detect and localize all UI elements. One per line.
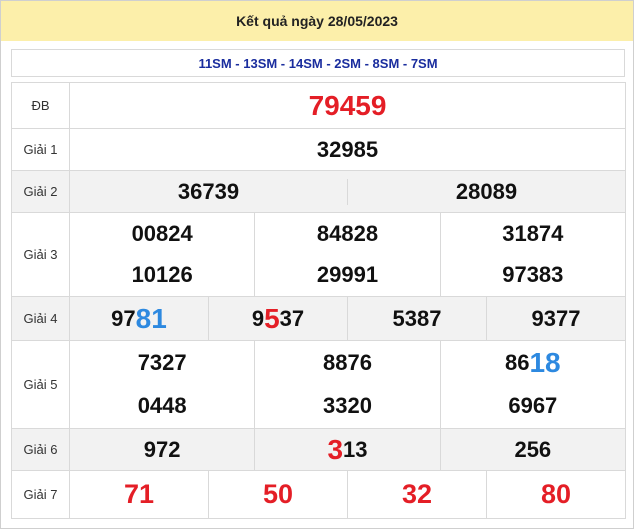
prize-g3-number: 97383 <box>502 262 564 288</box>
prize-g5-number: 8876 <box>323 341 372 385</box>
label-g2: Giải 2 <box>11 170 70 213</box>
number-digits: 3320 <box>323 393 372 419</box>
prize-g4-cell: 97 81 9 5 37 5387 9377 <box>69 296 626 341</box>
number-digits: 972 <box>143 436 181 462</box>
prize-special-number: 79459 <box>308 89 387 121</box>
results-panel: Kết quả ngày 28/05/2023 11SM - 13SM - 14… <box>0 0 634 529</box>
number-digits: 13 <box>343 436 368 462</box>
row-g5: Giải 5 7327 0448 8876 3320 86 18 6967 <box>11 340 626 429</box>
row-g4: Giải 4 97 81 9 5 37 5387 9377 <box>11 296 626 341</box>
prize-g4-number: 5387 <box>347 297 486 340</box>
label-special: ĐB <box>11 82 70 129</box>
label-g3: Giải 3 <box>11 212 70 297</box>
prize-g1-number: 32985 <box>316 136 379 162</box>
number-digits: 86 <box>505 349 530 375</box>
label-g6: Giải 6 <box>11 428 70 471</box>
prize-g7-number: 80 <box>486 471 625 518</box>
prize-g5-number: 3320 <box>323 385 372 429</box>
prize-g3-number: 84828 <box>316 220 379 246</box>
prize-g6-number: 972 <box>70 429 254 470</box>
highlight-digits: 3 <box>327 433 344 465</box>
highlight-digits: 18 <box>529 346 561 378</box>
number-digits: 7327 <box>137 349 187 375</box>
prize-g7-cell: 71 50 32 80 <box>69 470 626 519</box>
row-g1: Giải 1 32985 <box>11 128 626 171</box>
number-digits: 8876 <box>323 349 372 375</box>
prize-special-cell: 79459 <box>69 82 626 129</box>
row-g7: Giải 7 71 50 32 80 <box>11 470 626 519</box>
label-g4: Giải 4 <box>11 296 70 341</box>
prize-g2-number: 28089 <box>347 178 625 205</box>
prize-g6-number: 3 13 <box>254 429 439 470</box>
label-g7: Giải 7 <box>11 470 70 519</box>
prize-g6-cell: 972 3 13 256 <box>69 428 626 471</box>
number-digits: 6967 <box>508 393 558 419</box>
row-g2: Giải 2 36739 28089 <box>11 170 626 213</box>
prize-g2-cell: 36739 28089 <box>69 170 626 213</box>
prize-g5-cell: 7327 0448 8876 3320 86 18 6967 <box>69 340 626 429</box>
prize-g5-number: 7327 <box>138 341 187 385</box>
prize-g7-number: 50 <box>208 471 347 518</box>
number-digits: 97 <box>111 305 136 331</box>
highlight-digits: 5 <box>264 302 280 334</box>
station-codes: 11SM - 13SM - 14SM - 2SM - 8SM - 7SM <box>11 49 625 77</box>
prize-g4-number: 9377 <box>486 297 625 340</box>
prize-g7-number: 32 <box>347 471 486 518</box>
number-digits: 5387 <box>392 305 442 331</box>
prize-g5-number: 6967 <box>508 385 557 429</box>
prize-g7-number: 71 <box>123 479 155 509</box>
number-digits: 9 <box>251 305 265 331</box>
prize-g3-number: 29991 <box>316 262 379 288</box>
number-digits: 0448 <box>137 393 187 419</box>
prize-g3-cell: 00824 10126 84828 29991 31874 97383 <box>69 212 626 297</box>
row-g3: Giải 3 00824 10126 84828 29991 31874 973… <box>11 212 626 297</box>
prize-g5-number: 86 18 <box>505 341 561 385</box>
row-g6: Giải 6 972 3 13 256 <box>11 428 626 471</box>
prize-g3-number: 00824 <box>131 220 193 246</box>
number-digits: 9377 <box>531 305 581 331</box>
number-digits: 256 <box>514 436 552 462</box>
highlight-digits: 81 <box>135 302 167 334</box>
results-table: ĐB 79459 Giải 1 32985 Giải 2 36739 28089 <box>11 82 626 519</box>
prize-g3-number: 31874 <box>502 220 564 246</box>
prize-g1-cell: 32985 <box>69 128 626 171</box>
results-title: Kết quả ngày 28/05/2023 <box>1 1 633 41</box>
prize-g6-number: 256 <box>439 429 625 470</box>
prize-g3-number: 10126 <box>131 262 193 288</box>
label-g1: Giải 1 <box>11 128 70 171</box>
prize-g4-number: 97 81 <box>70 297 208 340</box>
number-digits: 37 <box>279 305 305 331</box>
prize-g4-number: 9 5 37 <box>208 297 347 340</box>
row-special: ĐB 79459 <box>11 82 626 129</box>
prize-g5-number: 0448 <box>138 385 187 429</box>
label-g5: Giải 5 <box>11 340 70 429</box>
prize-g2-number: 36739 <box>177 178 240 204</box>
